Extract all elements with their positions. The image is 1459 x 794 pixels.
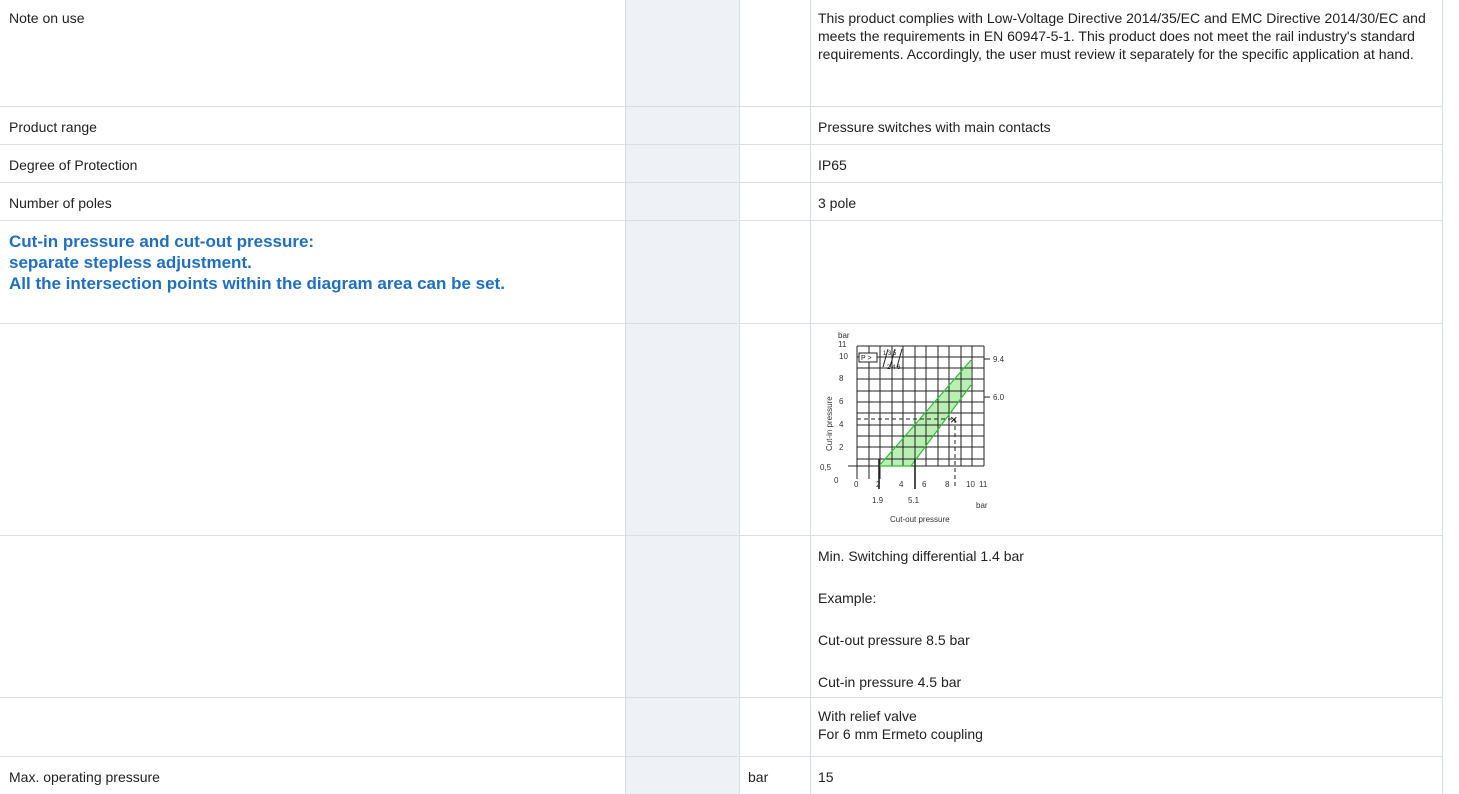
x-tick-0: 0 (854, 480, 859, 489)
column-divider-2 (739, 0, 740, 794)
label-degree-of-protection: Degree of Protection (9, 157, 138, 173)
y-tick-0-5: 0,5 (820, 463, 832, 472)
x-unit-label: bar (976, 501, 988, 510)
value-product-range: Pressure switches with main contacts (818, 119, 1051, 135)
column-divider-4 (1442, 0, 1443, 794)
label-note-on-use: Note on use (9, 10, 85, 26)
value-max-operating-pressure: 15 (818, 769, 834, 785)
value-number-of-poles: 3 pole (818, 195, 857, 211)
mark-5-1-label: 5.1 (908, 496, 920, 505)
x-axis-label: Cut-out pressure (890, 515, 950, 524)
y-tick-6: 6 (839, 397, 844, 406)
label-product-range: Product range (9, 119, 97, 135)
contact-symbol-p: P > (861, 355, 872, 362)
y-tick-2: 2 (839, 443, 844, 452)
contact-symbol-bottom: 2 4 6 (887, 365, 901, 371)
y-unit-label: bar (838, 331, 850, 340)
mark-1-9-label: 1.9 (872, 496, 884, 505)
relief-valve-block: With relief valve For 6 mm Ermeto coupli… (818, 707, 1438, 743)
row-example: Min. Switching differential 1.4 bar Exam… (0, 536, 1443, 698)
row-note-on-use: Note on use This product complies with L… (0, 0, 1443, 107)
y-tick-4: 4 (839, 420, 844, 429)
pressure-diagram: × P > 1 3 5 2 4 6 bar 11 10 8 6 4 2 0,5 … (820, 331, 1005, 524)
mark-6-0-label: 6.0 (993, 393, 1005, 402)
value-note-on-use: This product complies with Low-Voltage D… (818, 10, 1426, 62)
unit-max-operating-pressure: bar (748, 769, 769, 785)
contact-symbol-top: 1 3 5 (883, 351, 897, 357)
adjustment-heading: Cut-in pressure and cut-out pressure: se… (9, 231, 609, 294)
x-tick-11: 11 (979, 480, 988, 489)
min-switching-differential: Min. Switching differential 1.4 bar (818, 548, 1024, 564)
row-degree-of-protection: Degree of Protection IP65 (0, 145, 1443, 183)
y-tick-0: 0 (834, 476, 839, 485)
row-number-of-poles: Number of poles 3 pole (0, 183, 1443, 221)
heading-line-1: Cut-in pressure and cut-out pressure: (9, 232, 315, 251)
ermeto-coupling-line: For 6 mm Ermeto coupling (818, 726, 983, 742)
example-label: Example: (818, 590, 877, 606)
column-divider-3 (810, 0, 811, 794)
example-cut-out: Cut-out pressure 8.5 bar (818, 632, 970, 648)
row-diagram: × P > 1 3 5 2 4 6 bar 11 10 8 6 4 2 0,5 … (0, 324, 1443, 536)
y-tick-10: 10 (839, 352, 848, 361)
heading-line-3: All the intersection points within the d… (9, 274, 505, 293)
example-block: Min. Switching differential 1.4 bar Exam… (818, 547, 1438, 691)
column-divider-1 (625, 0, 626, 794)
y-axis-label: Cut-in pressure (825, 396, 834, 451)
heading-line-2: separate stepless adjustment. (9, 253, 252, 272)
row-max-operating-pressure: Max. operating pressure bar 15 (0, 757, 1443, 794)
row-relief-valve: With relief valve For 6 mm Ermeto coupli… (0, 698, 1443, 757)
value-degree-of-protection: IP65 (818, 157, 847, 173)
label-max-operating-pressure: Max. operating pressure (9, 769, 160, 785)
x-tick-4: 4 (899, 480, 904, 489)
x-tick-2: 2 (876, 480, 881, 489)
x-tick-8: 8 (945, 480, 950, 489)
row-product-range: Product range Pressure switches with mai… (0, 107, 1443, 145)
label-number-of-poles: Number of poles (9, 195, 112, 211)
relief-valve-line: With relief valve (818, 708, 917, 724)
y-top-label: 11 (838, 340, 847, 349)
x-tick-10: 10 (966, 480, 975, 489)
example-marker: × (950, 412, 958, 427)
example-cut-in: Cut-in pressure 4.5 bar (818, 674, 962, 690)
row-adjustment-heading: Cut-in pressure and cut-out pressure: se… (0, 221, 1443, 324)
x-tick-6: 6 (922, 480, 927, 489)
y-tick-8: 8 (839, 374, 844, 383)
mark-9-4-label: 9.4 (993, 355, 1005, 364)
